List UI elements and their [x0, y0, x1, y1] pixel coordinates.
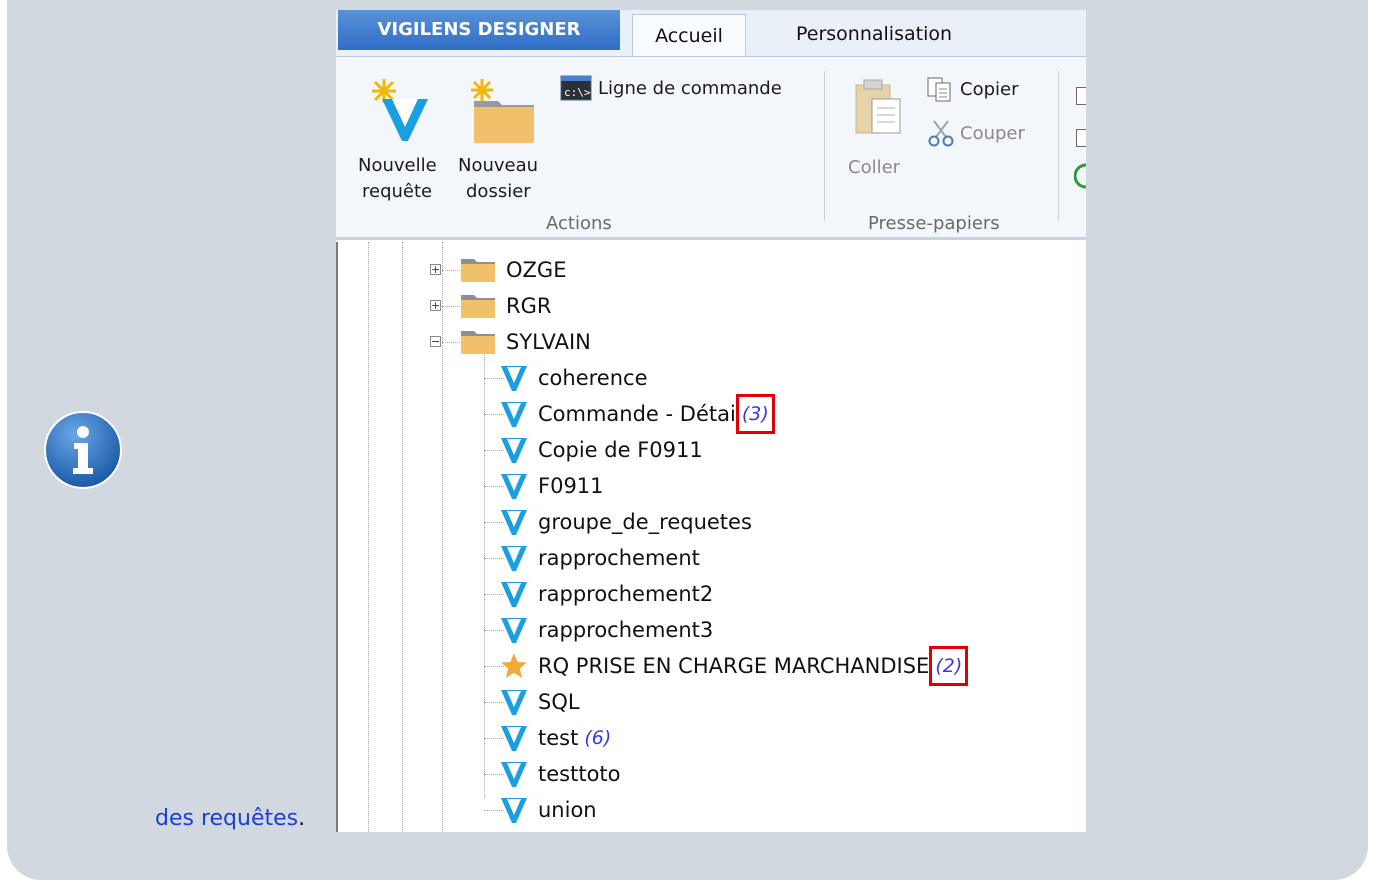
tree-query-label: coherence [538, 366, 648, 390]
new-folder-icon [471, 79, 534, 143]
tree-folder-label: SYLVAIN [506, 330, 591, 354]
tree-query-node[interactable]: rapprochement2 [500, 576, 713, 612]
tree-query-node[interactable]: RQ PRISE EN CHARGE MARCHANDISE (2) [500, 648, 962, 684]
new-query-icon [372, 79, 428, 141]
tree-query-label: Copie de F0911 [538, 438, 703, 462]
tab-personnalisation[interactable]: Personnalisation [764, 14, 984, 54]
scissors-icon [928, 120, 954, 147]
folder-icon [461, 295, 495, 318]
new-query-button[interactable]: Nouvelle requête [356, 73, 456, 205]
tree-query-node[interactable]: Copie de F0911 [500, 432, 703, 468]
note-text: des requêtes. [155, 806, 305, 831]
tree-folder-node[interactable]: RGR [460, 288, 551, 324]
partial-checkbox-1[interactable] [1076, 87, 1086, 105]
new-query-label-2: requête [362, 181, 433, 202]
expand-toggle[interactable]: + [430, 300, 441, 311]
query-icon [501, 510, 527, 535]
refresh-icon[interactable] [1074, 161, 1086, 191]
tree-query-node[interactable]: test (6) [500, 720, 611, 756]
tree-query-label: test [538, 726, 579, 750]
tree-folder-label: RGR [506, 294, 552, 318]
cut-button[interactable]: Couper [926, 117, 1066, 149]
highlight-box [735, 394, 775, 434]
command-line-label: Ligne de commande [598, 77, 782, 99]
query-icon [501, 474, 527, 499]
new-folder-button[interactable]: Nouveau dossier [454, 73, 554, 205]
tab-vigilens-designer[interactable]: VIGILENS DESIGNER [338, 10, 620, 50]
command-line-button[interactable]: c:\> Ligne de commande [560, 73, 810, 103]
tree-query-node[interactable]: groupe_de_requetes [500, 504, 752, 540]
cut-label: Couper [960, 122, 1025, 144]
copy-icon [927, 77, 951, 102]
terminal-icon: c:\> [560, 75, 592, 101]
tree-guide [402, 242, 403, 832]
tree-guide [368, 242, 369, 832]
ribbon-tabbar: VIGILENS DESIGNER Accueil Personnalisati… [336, 10, 1086, 58]
tree-query-label: SQL [538, 690, 580, 714]
query-icon [501, 762, 527, 787]
query-icon [501, 402, 527, 427]
tree-query-node[interactable]: rapprochement3 [500, 612, 713, 648]
tree-query-node[interactable]: rapprochement [500, 540, 700, 576]
query-icon [501, 726, 527, 751]
query-count-badge: (6) [584, 727, 612, 749]
new-query-label-1: Nouvelle [358, 155, 437, 176]
tree-query-node[interactable]: F0911 [500, 468, 604, 504]
query-icon [501, 546, 527, 571]
new-folder-label-1: Nouveau [458, 155, 539, 176]
star-icon [501, 653, 527, 678]
tree-query-label: RQ PRISE EN CHARGE MARCHANDISE [538, 654, 930, 678]
tree-guide [442, 242, 443, 832]
collapse-toggle[interactable]: − [430, 336, 441, 347]
info-icon [44, 411, 122, 489]
query-icon [501, 366, 527, 391]
folder-icon [461, 259, 495, 282]
tree-query-node[interactable]: SQL [500, 684, 580, 720]
tree-query-node[interactable]: union [500, 792, 597, 828]
tree-query-label: rapprochement [538, 546, 700, 570]
requests-link[interactable]: des requêtes [155, 806, 298, 831]
actions-group-label: Actions [546, 213, 612, 234]
tree-query-node[interactable]: testtoto [500, 756, 621, 792]
tree-query-label: testtoto [538, 762, 621, 786]
tree-folder-node[interactable]: OZGE [460, 252, 566, 288]
expand-toggle[interactable]: + [430, 264, 441, 275]
clipboard-group-label: Presse-papiers [868, 213, 1000, 234]
query-icon [501, 438, 527, 463]
paste-label: Coller [848, 157, 901, 178]
tree-query-label: rapprochement2 [538, 582, 714, 606]
tree-folder-label: OZGE [506, 258, 567, 282]
tree-query-label: union [538, 798, 597, 822]
ribbon-separator-2 [1058, 71, 1059, 221]
tree-query-label: Commande - Détai [538, 402, 736, 426]
tree-folder-node-partial[interactable]: FORMATIONZ [422, 828, 608, 832]
copy-label: Copier [960, 78, 1019, 100]
query-icon [501, 618, 527, 643]
ribbon-panel: Nouvelle requête Nouveau dossier c:\> Li… [336, 56, 1086, 240]
query-tree: + OZGE + RGR − SYLVAIN coherence Commande - Dét… [336, 242, 1086, 832]
paste-button[interactable]: Coller [842, 73, 922, 183]
paste-icon [855, 79, 901, 134]
tree-query-label: rapprochement3 [538, 618, 714, 642]
query-icon [501, 798, 527, 823]
ribbon-separator [824, 71, 825, 221]
new-folder-label-2: dossier [466, 181, 531, 202]
query-icon [501, 582, 527, 607]
query-icon [501, 690, 527, 715]
copy-button[interactable]: Copier [926, 73, 1066, 105]
tab-accueil[interactable]: Accueil [632, 14, 746, 58]
designer-screenshot: VIGILENS DESIGNER Accueil Personnalisati… [336, 10, 1086, 832]
svg-text:c:\>: c:\> [564, 86, 591, 99]
tree-folder-node[interactable]: SYLVAIN [460, 324, 591, 360]
partial-checkbox-2[interactable] [1076, 129, 1086, 147]
note-text-suffix: . [298, 806, 306, 831]
tree-query-node[interactable]: coherence [500, 360, 648, 396]
tree-query-node[interactable]: Commande - Détai (3) [500, 396, 769, 432]
folder-icon [461, 331, 495, 354]
highlight-box [929, 646, 969, 686]
tree-query-label: F0911 [538, 474, 604, 498]
tree-query-label: groupe_de_requetes [538, 510, 752, 534]
